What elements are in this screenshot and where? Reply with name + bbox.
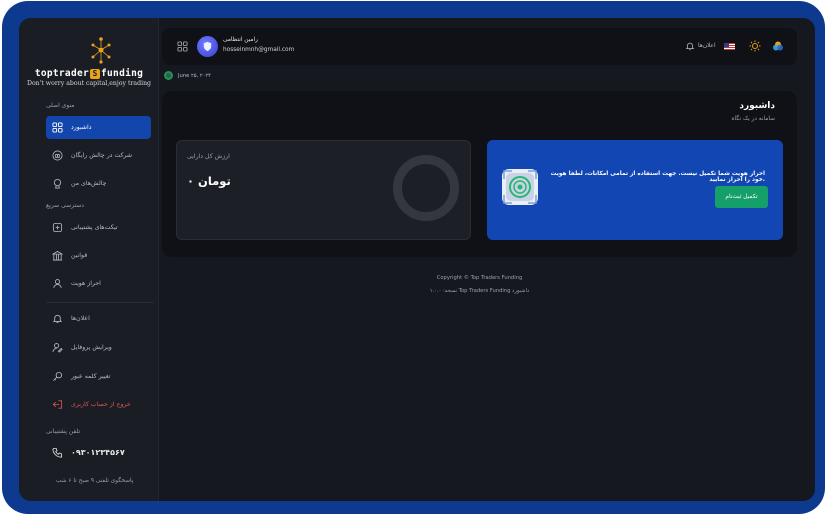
- dashboard-panel: داشبورد سامانه در یک نگاه ارزش کل دارایی…: [162, 91, 797, 257]
- notifications-label: اعلان‌ها: [698, 43, 716, 49]
- app-screen: toptrader Sfunding Don't worry about capi…: [19, 18, 815, 501]
- brand-badge: S: [90, 68, 101, 79]
- sidebar-item-label: احراز هویت: [71, 280, 101, 287]
- user-email: hosseinmnh@gmail.com: [223, 47, 295, 53]
- main-menu-title: منوی اصلی: [46, 102, 75, 109]
- sidebar-item-label: چالش‌های من: [71, 180, 107, 187]
- balance-value: تومان ۰: [187, 174, 231, 188]
- identity-icon: [53, 279, 62, 289]
- sidebar-item-logout[interactable]: خروج از حساب کاربری: [46, 393, 151, 416]
- complete-registration-button[interactable]: تکمیل ثبت‌نام: [715, 186, 768, 208]
- quick-access-title: دسترسی سریع: [46, 202, 84, 209]
- avatar[interactable]: [197, 36, 218, 57]
- gift-icon: [52, 150, 63, 161]
- sidebar-item-label: خروج از حساب کاربری: [71, 401, 131, 408]
- logout-icon: [52, 400, 63, 409]
- sidebar-divider: [46, 302, 154, 303]
- key-icon: [53, 371, 63, 381]
- sidebar-item-tickets[interactable]: تیکت‌های پشتیبانی: [46, 216, 151, 239]
- brand-name-right: funding: [101, 68, 144, 79]
- sun-theme-icon[interactable]: [749, 40, 761, 52]
- dashboard-grid-icon: [52, 122, 63, 133]
- user-name: رامین انتظامی: [223, 37, 258, 43]
- notifications-button[interactable]: اعلان‌ها: [685, 41, 716, 51]
- support-phone-number: ۰۹۳۰۱۲۳۴۵۶۷: [71, 448, 125, 457]
- sidebar-item-identity[interactable]: احراز هویت: [46, 272, 151, 295]
- brand-tagline: Don't worry about capital,enjoy trading: [26, 80, 152, 87]
- current-date: June ۲۵, ۲۰۲۴: [178, 72, 211, 79]
- sidebar-item-free-challenge[interactable]: شرکت در چالش رایگان: [46, 144, 151, 167]
- bell-icon: [52, 314, 63, 324]
- kyc-alert-card: احراز هویت شما تکمیل نیست. جهت استفاده ا…: [487, 140, 783, 240]
- sidebar-item-rules[interactable]: قوانین: [46, 244, 151, 267]
- footer-version: نسخه: ۱.۰.۰ Top Traders Funding داشبورد: [429, 288, 530, 294]
- balance-card: ارزش کل دارایی تومان ۰: [176, 140, 471, 240]
- sidebar-item-label: تیکت‌های پشتیبانی: [71, 224, 118, 231]
- sidebar-item-label: قوانین: [71, 252, 88, 259]
- support-title: تلفن پشتیبانی: [46, 428, 81, 435]
- sidebar-item-label: تغییر کلمه عبور: [71, 373, 111, 380]
- shield-avatar-icon: [203, 41, 212, 52]
- page-title: داشبورد: [739, 101, 775, 111]
- balance-label: ارزش کل دارایی: [187, 153, 230, 160]
- sidebar-item-my-challenges[interactable]: چالش‌های من: [46, 172, 151, 195]
- sidebar-item-edit-profile[interactable]: ویرایش پروفایل: [46, 336, 151, 359]
- sidebar: toptrader Sfunding Don't worry about capi…: [19, 18, 159, 501]
- logo-network-icon: [91, 37, 111, 64]
- page-subtitle: سامانه در یک نگاه: [731, 116, 775, 122]
- support-phone[interactable]: ۰۹۳۰۱۲۳۴۵۶۷: [52, 447, 125, 458]
- apps-grid-icon[interactable]: [177, 41, 188, 52]
- balance-ring-chart: [393, 155, 459, 221]
- sidebar-item-label: داشبورد: [71, 124, 92, 131]
- fingerprint-scan-icon: [502, 169, 538, 205]
- footer-copyright: Copyright © Top Traders Funding: [436, 275, 523, 281]
- user-edit-icon: [52, 343, 63, 353]
- us-flag-icon[interactable]: [724, 43, 735, 50]
- sidebar-item-label: شرکت در چالش رایگان: [71, 152, 133, 159]
- trophy-icon: [53, 178, 62, 189]
- sidebar-item-notifications[interactable]: اعلان‌ها: [46, 307, 151, 330]
- support-hours: پاسخگوی تلفنی ۹ صبح تا ۶ شب: [56, 478, 134, 484]
- sidebar-item-label: ویرایش پروفایل: [71, 344, 112, 351]
- device-frame: toptrader Sfunding Don't worry about capi…: [2, 1, 825, 514]
- status-dot: [164, 71, 173, 80]
- brand-name: toptrader Sfunding: [19, 68, 159, 79]
- brand-name-left: toptrader: [34, 68, 90, 79]
- kyc-message: احراز هویت شما تکمیل نیست. جهت استفاده ا…: [550, 171, 765, 183]
- palette-icon[interactable]: [772, 40, 784, 52]
- sidebar-item-change-password[interactable]: تغییر کلمه عبور: [46, 365, 151, 388]
- sidebar-item-label: اعلان‌ها: [71, 315, 90, 322]
- date-indicator: June ۲۵, ۲۰۲۴: [164, 71, 211, 80]
- bell-icon: [685, 42, 695, 51]
- sidebar-item-dashboard[interactable]: داشبورد: [46, 116, 151, 139]
- rules-icon: [52, 250, 63, 261]
- ticket-icon: [52, 222, 63, 233]
- phone-icon: [52, 447, 63, 458]
- top-bar: رامین انتظامی hosseinmnh@gmail.com اعلان…: [162, 28, 797, 65]
